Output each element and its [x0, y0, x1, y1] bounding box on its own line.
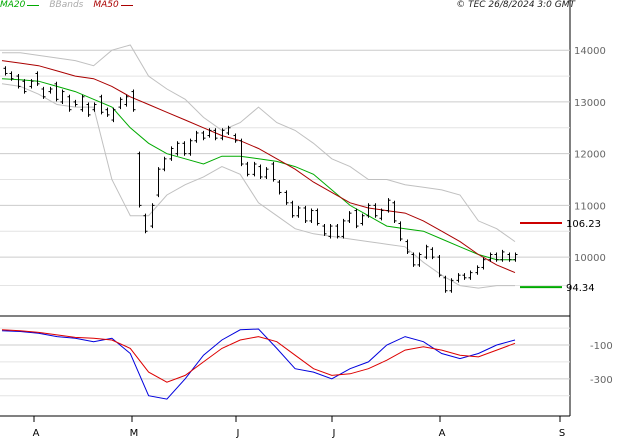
x-tick-label: J [236, 428, 240, 439]
macd-tick-label: -100 [590, 341, 613, 352]
x-tick-label: A [439, 428, 446, 439]
macd-tick-label: -300 [590, 375, 613, 386]
chart-stage: MA20 BBands MA50 © TEC 26/8/2024 3:0 GMT… [0, 0, 627, 440]
price-tick-label: 13000 [574, 98, 606, 109]
x-tick-label: A [33, 428, 40, 439]
x-tick-label: M [130, 428, 139, 439]
price-chart-svg: 14000 13000 12000 11000 10000 -100 -300 A M J J A S 1… [0, 0, 613, 439]
price-tick-label: 12000 [574, 150, 606, 161]
ma20-level-label: 94.34 [566, 283, 595, 294]
price-tick-label: 11000 [574, 201, 606, 212]
ma50-level-label: 106.23 [566, 219, 601, 230]
price-tick-label: 10000 [574, 253, 606, 264]
ma20-line [1, 78, 515, 261]
x-tick-label: J [332, 428, 336, 439]
macd-line [1, 328, 516, 400]
bband-upper-line [2, 44, 516, 243]
x-tick-label: S [559, 428, 565, 439]
signal-line [1, 329, 516, 383]
price-tick-label: 14000 [574, 46, 606, 57]
